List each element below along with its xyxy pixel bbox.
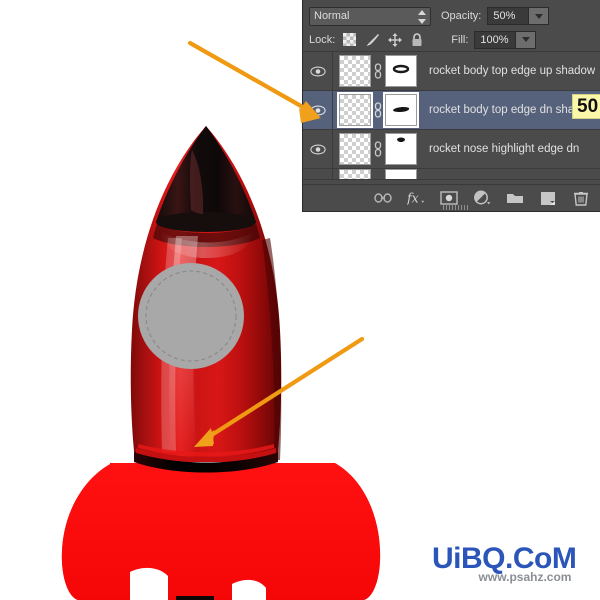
layer-visibility-toggle[interactable] (303, 52, 333, 90)
link-layers-button[interactable] (374, 189, 392, 207)
opacity-input[interactable]: 50% (487, 7, 530, 25)
layer-thumbnail[interactable] (339, 133, 371, 165)
layer-visibility-toggle[interactable] (303, 130, 333, 168)
blend-mode-stepper-icon[interactable] (417, 9, 426, 24)
layer-mask-link-icon[interactable] (371, 55, 385, 87)
layer-name: rocket nose highlight edge dn (429, 143, 580, 155)
add-layer-style-button[interactable]: fx (407, 189, 425, 207)
layer-thumbnail[interactable] (339, 55, 371, 87)
new-adjustment-layer-button[interactable] (473, 189, 491, 207)
layer-name: rocket body top edge up shadow (429, 65, 596, 77)
lock-transparent-pixels-icon[interactable] (343, 33, 357, 46)
lock-icon-group (343, 32, 425, 47)
layers-panel[interactable]: Normal Opacity: 50% Lock: Fill: 100% roc… (302, 0, 600, 212)
layer-row[interactable] (303, 169, 600, 180)
layer-mask-thumbnail[interactable] (385, 169, 417, 179)
layer-thumbnail[interactable] (339, 169, 371, 179)
layer-visibility-toggle[interactable] (303, 169, 333, 179)
layer-list[interactable]: rocket body top edge up shadow rocket bo… (303, 52, 600, 180)
opacity-dropdown-icon[interactable] (529, 7, 550, 25)
layer-name: rocket body top edge dn shadow (429, 104, 596, 116)
svg-text:fx: fx (407, 191, 419, 206)
annotation-badge-50: 50 (572, 94, 600, 119)
layer-thumbnail[interactable] (337, 92, 373, 128)
opacity-label: Opacity: (441, 10, 482, 22)
blend-opacity-row: Normal Opacity: 50% (303, 0, 600, 28)
lock-image-pixels-icon[interactable] (365, 33, 380, 47)
layer-mask-link-icon[interactable] (371, 94, 385, 126)
layer-row[interactable]: rocket nose highlight edge dn (303, 130, 600, 169)
new-layer-button[interactable] (539, 189, 557, 207)
screenshot-root: UiBQ.CoM www.psahz.com Normal Opacity: 5… (0, 0, 600, 600)
lock-all-icon[interactable] (411, 32, 425, 47)
blend-mode-select[interactable]: Normal (309, 6, 431, 26)
eye-icon (309, 66, 326, 76)
layer-row[interactable]: rocket body top edge dn shadow (303, 91, 600, 130)
lock-fill-row: Lock: Fill: 100% (303, 28, 600, 52)
layer-mask-link-icon[interactable] (371, 169, 385, 179)
add-layer-mask-button[interactable] (440, 189, 458, 207)
fill-control[interactable]: 100% (468, 30, 537, 49)
fill-input[interactable]: 100% (474, 30, 517, 49)
layer-visibility-toggle[interactable] (303, 91, 333, 129)
eye-icon (309, 105, 326, 115)
new-group-button[interactable] (506, 189, 524, 207)
blend-mode-value: Normal (314, 10, 350, 22)
lock-position-icon[interactable] (388, 32, 403, 47)
fill-label: Fill: (451, 33, 469, 46)
layer-mask-thumbnail[interactable] (385, 133, 417, 165)
layers-panel-footer[interactable]: fx (303, 184, 600, 211)
layer-mask-thumbnail[interactable] (385, 55, 417, 87)
layer-mask-link-icon[interactable] (371, 133, 385, 165)
opacity-control[interactable]: 50% (481, 7, 550, 25)
layer-row[interactable]: rocket body top edge up shadow (303, 52, 600, 91)
fill-dropdown-icon[interactable] (516, 30, 537, 49)
lock-label: Lock: (309, 33, 336, 46)
delete-layer-button[interactable] (572, 189, 590, 207)
eye-icon (309, 144, 326, 154)
layer-mask-thumbnail[interactable] (383, 92, 419, 128)
